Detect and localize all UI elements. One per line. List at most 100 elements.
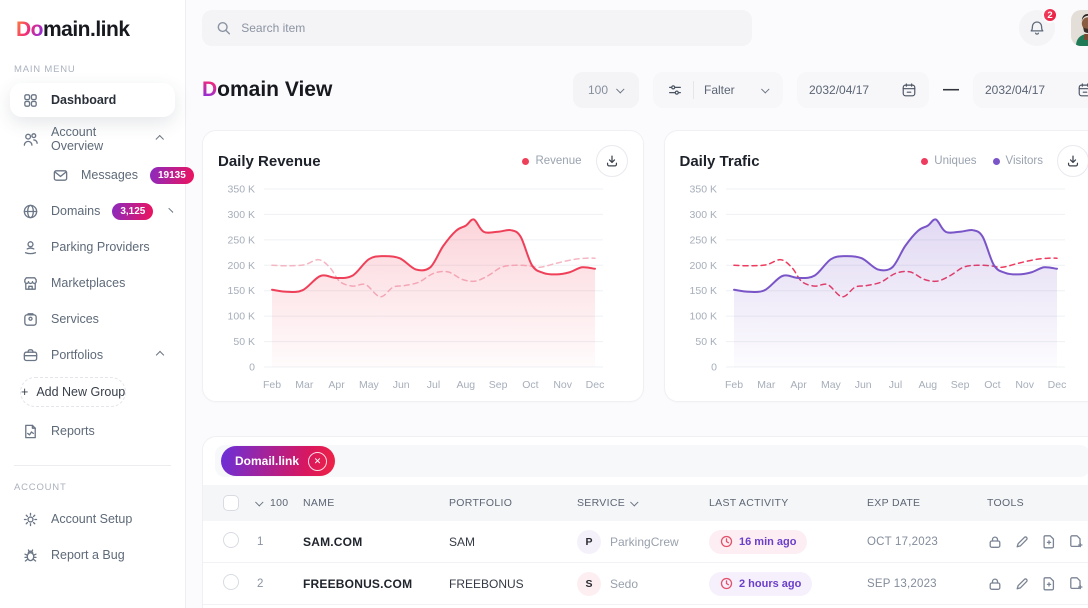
briefcase-icon	[22, 347, 39, 364]
add-note-button[interactable]	[1041, 576, 1057, 592]
column-header-service[interactable]: SERVICE	[577, 497, 709, 509]
filter-select[interactable]: Falter	[653, 72, 783, 108]
domain-name[interactable]: SAM.COM	[303, 535, 449, 549]
expiration-date: SEP 13,2023	[867, 578, 987, 590]
date-from-input[interactable]: 2032/04/17	[797, 72, 929, 108]
sidebar-item-services[interactable]: Services	[10, 301, 175, 337]
export-note-button[interactable]	[1068, 576, 1084, 592]
svg-text:300 K: 300 K	[689, 209, 716, 221]
portfolio-name: SAM	[449, 535, 577, 549]
edit-button[interactable]	[1014, 534, 1030, 550]
legend-item-uniques: Uniques	[921, 155, 976, 167]
svg-text:Feb: Feb	[724, 379, 742, 391]
sidebar-item-portfolios[interactable]: Portfolios	[10, 337, 175, 373]
row-checkbox[interactable]	[223, 532, 239, 548]
domain-name[interactable]: FREEBONUS.COM	[303, 577, 449, 591]
filter-tag[interactable]: Domail.link ✕	[221, 446, 335, 476]
svg-text:100 K: 100 K	[689, 311, 716, 323]
sidebar-item-label: Services	[51, 312, 99, 326]
add-new-group-button[interactable]: + Add New Group	[20, 377, 126, 407]
sidebar-item-label: Account Setup	[51, 512, 132, 526]
svg-text:Jul: Jul	[427, 379, 440, 391]
page-size-select[interactable]: 100	[573, 72, 639, 108]
clock-icon	[720, 577, 733, 590]
svg-text:Nov: Nov	[553, 379, 572, 391]
download-button[interactable]	[596, 145, 628, 177]
sidebar-item-dashboard[interactable]: Dashboard	[10, 83, 175, 117]
divider	[693, 81, 694, 99]
sidebar-item-domains[interactable]: Domains 3,125	[10, 193, 175, 229]
sidebar-item-messages[interactable]: Messages 19135	[40, 157, 175, 193]
row-checkbox[interactable]	[223, 574, 239, 590]
close-icon: ✕	[314, 456, 322, 467]
column-header-portfolio[interactable]: PORTFOLIO	[449, 497, 577, 509]
svg-text:300 K: 300 K	[228, 209, 255, 221]
tools-cell	[987, 534, 1084, 550]
column-header-exp-date[interactable]: EXP DATE	[867, 497, 987, 509]
avatar[interactable]	[1071, 10, 1088, 46]
legend-item-revenue: Revenue	[522, 155, 581, 167]
sidebar-item-account-overview[interactable]: Account Overview	[10, 121, 175, 157]
svg-text:50 K: 50 K	[695, 336, 717, 348]
svg-text:350 K: 350 K	[689, 184, 716, 196]
search-bar[interactable]	[202, 10, 752, 46]
daily-revenue-card: Daily Revenue Revenue 350 K300 K250 K200…	[202, 130, 644, 402]
app-logo[interactable]: Domain.link	[0, 0, 185, 48]
svg-text:Jun: Jun	[854, 379, 871, 391]
date-to-input[interactable]: 2032/04/17	[973, 72, 1088, 108]
add-note-button[interactable]	[1041, 534, 1057, 550]
gear-icon	[22, 511, 39, 528]
notification-badge: 2	[1042, 7, 1058, 23]
sidebar-item-reports[interactable]: Reports	[10, 413, 175, 449]
lock-icon	[987, 534, 1003, 550]
lock-button[interactable]	[987, 534, 1003, 550]
portfolio-name: FREEBONUS	[449, 577, 577, 591]
daily-traffic-chart: 350 K300 K250 K200 K150 K100 K50 K0FebMa…	[680, 181, 1088, 398]
remove-tag-button[interactable]: ✕	[308, 452, 327, 471]
envelope-icon	[52, 167, 69, 184]
svg-text:Aug: Aug	[918, 379, 937, 391]
sidebar-item-label: Domains	[51, 204, 100, 218]
svg-text:150 K: 150 K	[689, 285, 716, 297]
date-from-value: 2032/04/17	[809, 83, 869, 97]
page-title: Domain View	[202, 78, 332, 102]
notifications-button[interactable]: 2	[1019, 10, 1055, 46]
lock-button[interactable]	[987, 576, 1003, 592]
export-note-button[interactable]	[1068, 534, 1084, 550]
chart-title: Daily Trafic	[680, 153, 760, 170]
table-row[interactable]: 1 SAM.COM SAM P ParkingCrew 16 min ago O…	[203, 521, 1088, 563]
sidebar-item-report-bug[interactable]: Report a Bug	[10, 537, 175, 573]
sidebar-item-label: Report a Bug	[51, 548, 125, 562]
sidebar-item-account-setup[interactable]: Account Setup	[10, 501, 175, 537]
page-content: Domain View 100 Falter 2032/04/17	[186, 56, 1088, 608]
edit-button[interactable]	[1014, 576, 1030, 592]
sidebar-item-parking-providers[interactable]: Parking Providers	[10, 229, 175, 265]
date-to-value: 2032/04/17	[985, 83, 1045, 97]
topbar: 2	[186, 0, 1088, 56]
table-row[interactable]: 2 FREEBONUS.COM FREEBONUS S Sedo 2 hours…	[203, 563, 1088, 605]
row-number: 1	[257, 536, 303, 548]
chevron-down-icon	[616, 85, 624, 93]
column-header-last-activity[interactable]: LAST ACTIVITY	[709, 497, 867, 509]
table-toolbar: Domail.link ✕	[215, 445, 1088, 477]
row-count-select[interactable]: 100	[257, 497, 303, 509]
service-cell: P ParkingCrew	[577, 530, 709, 554]
svg-text:250 K: 250 K	[228, 234, 255, 246]
globe-icon	[22, 203, 39, 220]
svg-text:0: 0	[711, 362, 717, 374]
sidebar-item-marketplaces[interactable]: Marketplaces	[10, 265, 175, 301]
domains-table-card: Domail.link ✕ 100 NAME PORTFOLIO SERVICE…	[202, 436, 1088, 608]
download-button[interactable]	[1057, 145, 1088, 177]
svg-text:150 K: 150 K	[228, 285, 255, 297]
search-input[interactable]	[241, 21, 738, 35]
svg-text:Apr: Apr	[790, 379, 807, 391]
chart-title: Daily Revenue	[218, 153, 321, 170]
service-initial-badge: P	[577, 530, 601, 554]
chart-header: Daily Trafic Uniques Visitors	[680, 143, 1088, 179]
last-activity-badge: 16 min ago	[709, 530, 807, 554]
select-all-checkbox[interactable]	[223, 495, 239, 511]
column-header-name[interactable]: NAME	[303, 497, 449, 509]
chevron-up-icon	[156, 135, 164, 143]
sidebar-item-label: Account Overview	[51, 125, 145, 153]
plus-icon: +	[21, 385, 28, 399]
